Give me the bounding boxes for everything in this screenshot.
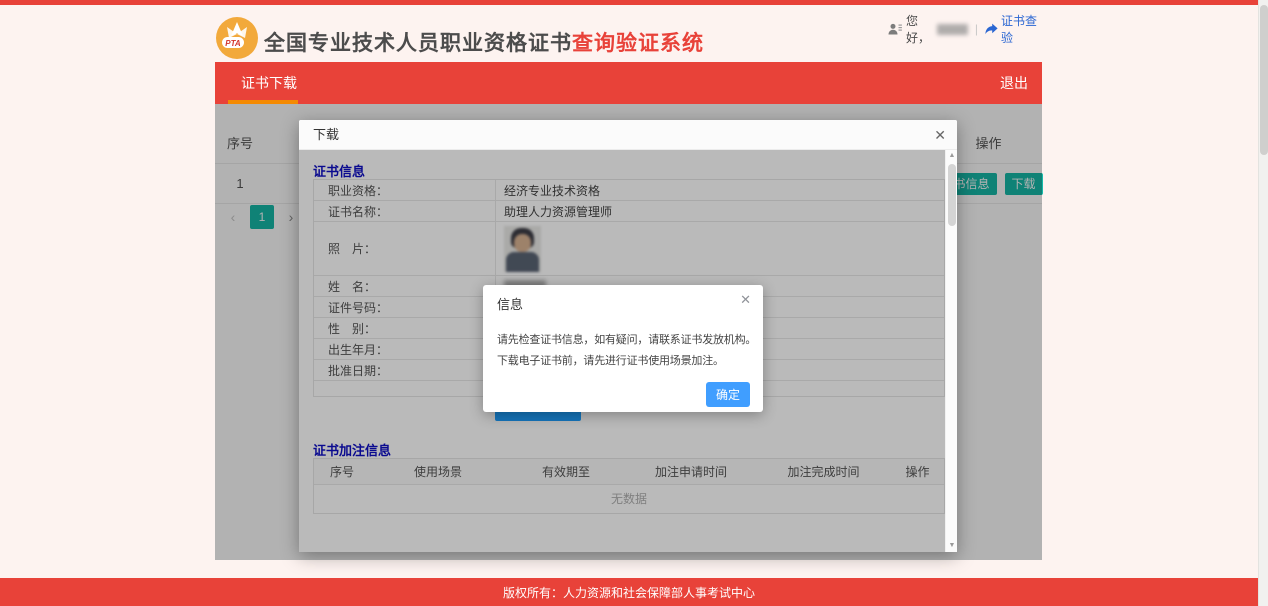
scrollbar-up-icon[interactable]: ▲ [946,150,958,162]
separator: | [975,22,978,36]
download-modal-close-icon[interactable]: ✕ [934,120,946,150]
site-title: 全国专业技术人员职业资格证书查询验证系统 [264,27,704,57]
tab-cert-download[interactable]: 证书下载 [215,62,323,104]
tab-cert-download-label: 证书下载 [241,75,297,91]
main-nav: 证书下载 退出 [215,62,1042,104]
footer: 版权所有：人力资源和社会保障部人事考试中心 [0,578,1258,606]
browser-scrollbar-thumb[interactable] [1260,5,1268,155]
scrollbar-down-icon[interactable]: ▼ [946,540,958,552]
greeting-label: 您好， [906,12,937,46]
confirm-button[interactable]: 确定 [706,382,750,407]
info-dialog-line2: 下载电子证书前，请先进行证书使用场景加注。 [497,352,751,368]
logo-text: PTA [225,39,241,48]
masked-username [937,24,968,35]
copyright-text: 版权所有：人力资源和社会保障部人事考试中心 [503,584,755,601]
info-dialog-close-icon[interactable]: ✕ [740,292,751,308]
browser-scrollbar[interactable] [1258,0,1268,606]
pta-logo: PTA [215,16,259,60]
cert-verify-link[interactable]: 证书查验 [985,12,1040,46]
site-title-main: 全国专业技术人员职业资格证书 [264,32,572,55]
download-modal-title: 下载 [313,120,339,150]
info-dialog: 信息 ✕ 请先检查证书信息，如有疑问，请联系证书发放机构。 下载电子证书前，请先… [483,285,763,412]
info-dialog-line1: 请先检查证书信息，如有疑问，请联系证书发放机构。 [497,331,751,347]
site-title-system: 查询验证系统 [572,32,704,55]
user-bar: 您好， | 证书查验 [888,20,1040,38]
scrollbar-thumb[interactable] [948,164,956,226]
logout-button[interactable]: 退出 [1000,62,1028,104]
download-modal-titlebar: 下载 ✕ [299,120,957,150]
info-dialog-title: 信息 [497,294,523,313]
modal-scrollbar[interactable]: ▲ ▼ [945,150,957,552]
user-icon [888,23,902,36]
top-accent-bar [0,0,1258,5]
share-arrow-icon [985,23,998,35]
cert-verify-label: 证书查验 [1001,12,1040,46]
